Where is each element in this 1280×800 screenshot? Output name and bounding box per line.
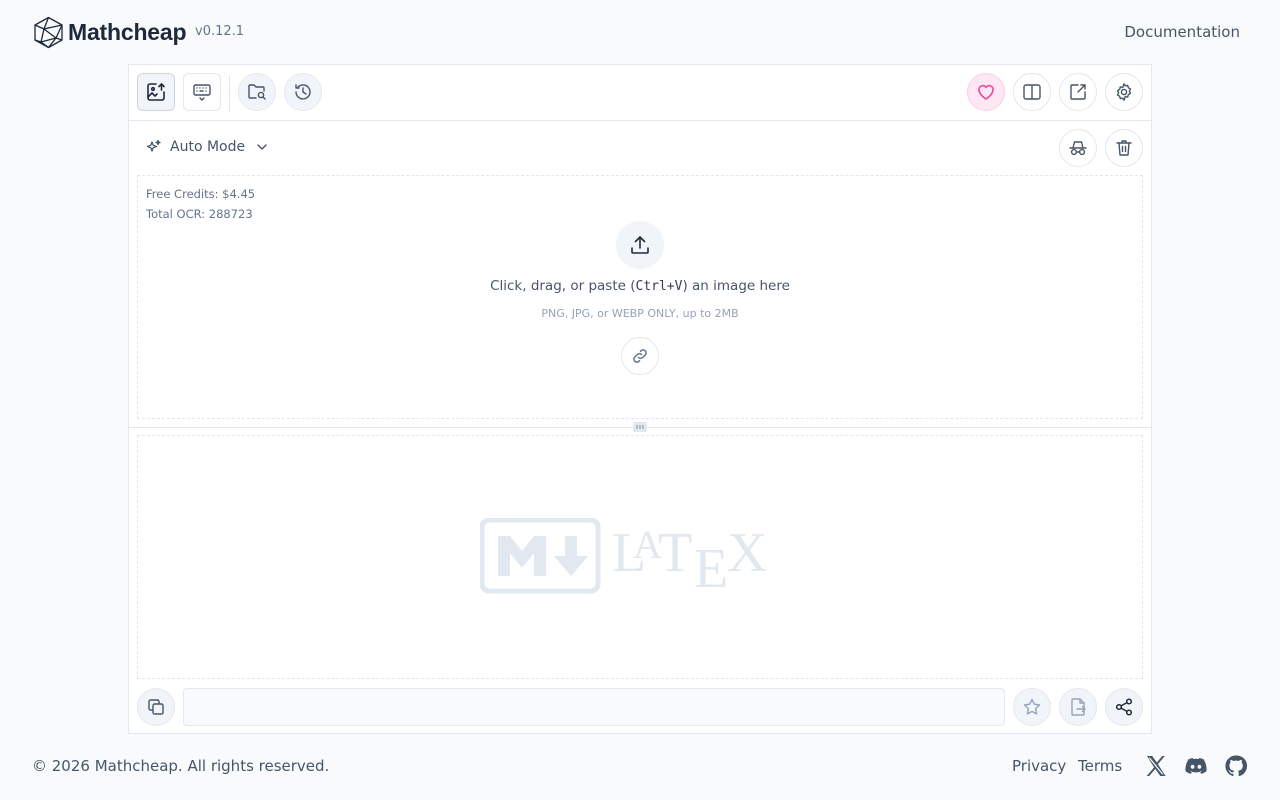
x-link[interactable] bbox=[1144, 754, 1168, 778]
clear-button[interactable] bbox=[1105, 129, 1143, 167]
output-watermark: L A T E X bbox=[479, 517, 800, 602]
latex-logo: L A T E X bbox=[612, 522, 767, 600]
total-ocr: Total OCR: 288723 bbox=[146, 207, 253, 221]
output-panel[interactable]: L A T E X bbox=[137, 435, 1143, 679]
credits-info: Free Credits: $4.45 Total OCR: 288723 bbox=[146, 184, 255, 224]
main-card: Auto Mode Free Credits: $4.45 Total OCR:… bbox=[128, 64, 1152, 734]
mode-label: Auto Mode bbox=[170, 139, 246, 155]
keyboard-input-button[interactable] bbox=[183, 73, 221, 111]
gear-icon bbox=[1116, 83, 1132, 101]
incognito-button[interactable] bbox=[1059, 129, 1097, 167]
privacy-link[interactable]: Privacy bbox=[1012, 757, 1066, 775]
mode-selector[interactable]: Auto Mode bbox=[146, 139, 269, 155]
markdown-latex-watermark: L A T E X bbox=[479, 517, 767, 600]
history-icon bbox=[295, 84, 311, 100]
upload-hint: PNG, JPG, or WEBP ONLY, up to 2MB bbox=[541, 307, 739, 320]
version-label: v0.12.1 bbox=[195, 24, 245, 39]
upload-button[interactable] bbox=[616, 221, 664, 269]
external-open-icon bbox=[1070, 84, 1086, 100]
open-external-button[interactable] bbox=[1059, 73, 1097, 111]
github-link[interactable] bbox=[1224, 754, 1248, 778]
top-header: Mathcheap v0.12.1 Documentation bbox=[0, 0, 1280, 64]
incognito-icon bbox=[1069, 141, 1087, 156]
favorite-button[interactable] bbox=[967, 73, 1005, 111]
brand-name: Mathcheap bbox=[68, 19, 187, 45]
svg-text:T: T bbox=[658, 522, 692, 584]
image-upload-icon bbox=[147, 83, 165, 101]
copy-icon bbox=[148, 699, 164, 715]
mode-bar: Auto Mode bbox=[129, 121, 1151, 175]
chevron-down-icon bbox=[257, 144, 267, 150]
sparkles-icon bbox=[146, 139, 161, 152]
upload-icon bbox=[631, 236, 649, 254]
star-icon bbox=[1023, 698, 1041, 715]
free-credits: Free Credits: $4.45 bbox=[146, 187, 256, 201]
terms-link[interactable]: Terms bbox=[1078, 757, 1122, 775]
paste-url-button[interactable] bbox=[621, 337, 659, 375]
browse-files-button[interactable] bbox=[238, 73, 276, 111]
discord-icon bbox=[1185, 758, 1207, 774]
grip-icon bbox=[636, 425, 644, 429]
image-input-button[interactable] bbox=[137, 73, 175, 111]
markdown-logo-icon bbox=[479, 517, 601, 594]
result-input[interactable] bbox=[183, 688, 1005, 726]
settings-button[interactable] bbox=[1105, 73, 1143, 111]
upload-prompt-start: Click, drag, or paste ( bbox=[490, 278, 636, 294]
copy-button[interactable] bbox=[137, 688, 175, 726]
discord-link[interactable] bbox=[1184, 754, 1208, 778]
heart-icon bbox=[978, 84, 994, 100]
svg-text:E: E bbox=[694, 538, 728, 598]
polyhedron-logo-icon bbox=[34, 16, 63, 49]
x-icon bbox=[1146, 756, 1166, 776]
keyboard-icon bbox=[193, 84, 211, 101]
paste-shortcut: Ctrl+V bbox=[635, 279, 683, 294]
share-icon bbox=[1115, 698, 1133, 716]
documentation-link[interactable]: Documentation bbox=[1124, 23, 1240, 41]
toolbar-divider bbox=[229, 75, 230, 111]
upload-prompt-end: ) an image here bbox=[682, 278, 790, 294]
svg-text:X: X bbox=[727, 522, 767, 584]
trash-icon bbox=[1116, 140, 1132, 156]
export-file-button[interactable] bbox=[1059, 688, 1097, 726]
share-button[interactable] bbox=[1105, 688, 1143, 726]
split-view-button[interactable] bbox=[1013, 73, 1051, 111]
upload-dropzone[interactable]: Free Credits: $4.45 Total OCR: 288723 Cl… bbox=[137, 175, 1143, 419]
file-export-icon bbox=[1071, 698, 1086, 716]
logo[interactable]: Mathcheap bbox=[32, 16, 187, 49]
history-button[interactable] bbox=[284, 73, 322, 111]
upload-instructions: Click, drag, or paste (Ctrl+V) an image … bbox=[138, 278, 1142, 294]
bottom-bar bbox=[129, 679, 1151, 735]
resize-handle[interactable] bbox=[633, 422, 647, 432]
folder-search-icon bbox=[248, 84, 266, 100]
copyright-text: © 2026 Mathcheap. All rights reserved. bbox=[32, 757, 330, 775]
toolbar bbox=[129, 65, 1151, 121]
github-icon bbox=[1225, 755, 1248, 777]
split-view-icon bbox=[1023, 84, 1041, 100]
favorite-result-button[interactable] bbox=[1013, 688, 1051, 726]
link-icon bbox=[633, 349, 647, 363]
